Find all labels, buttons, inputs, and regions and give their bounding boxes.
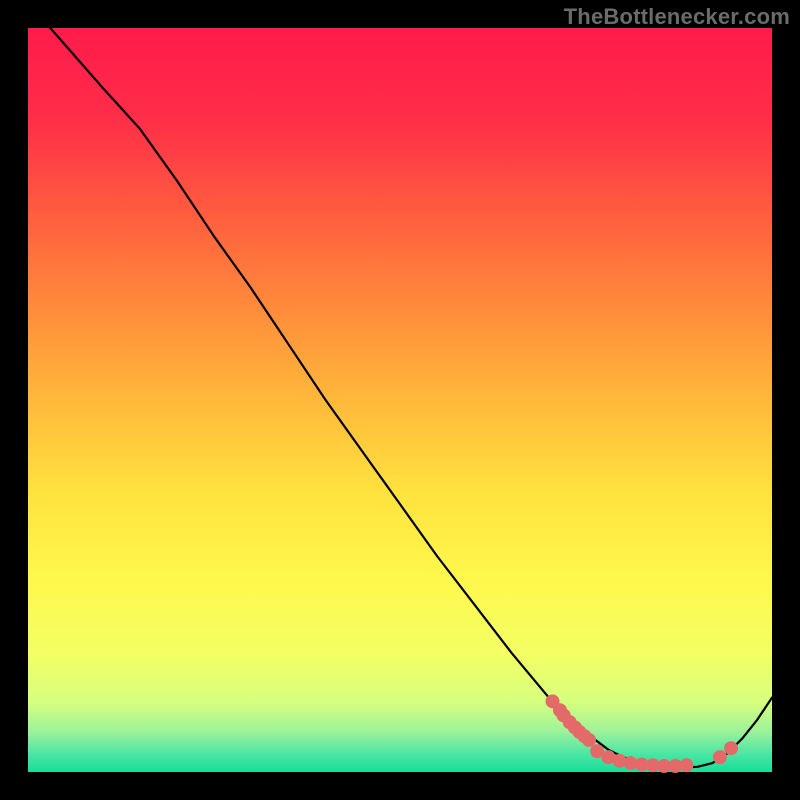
marker-dot — [713, 750, 727, 764]
marker-dot — [724, 741, 738, 755]
chart-svg — [0, 0, 800, 800]
plot-background — [28, 28, 772, 772]
marker-dot — [582, 733, 596, 747]
watermark-text: TheBottlenecker.com — [564, 4, 790, 30]
marker-dot — [679, 758, 693, 772]
chart-container: TheBottlenecker.com — [0, 0, 800, 800]
